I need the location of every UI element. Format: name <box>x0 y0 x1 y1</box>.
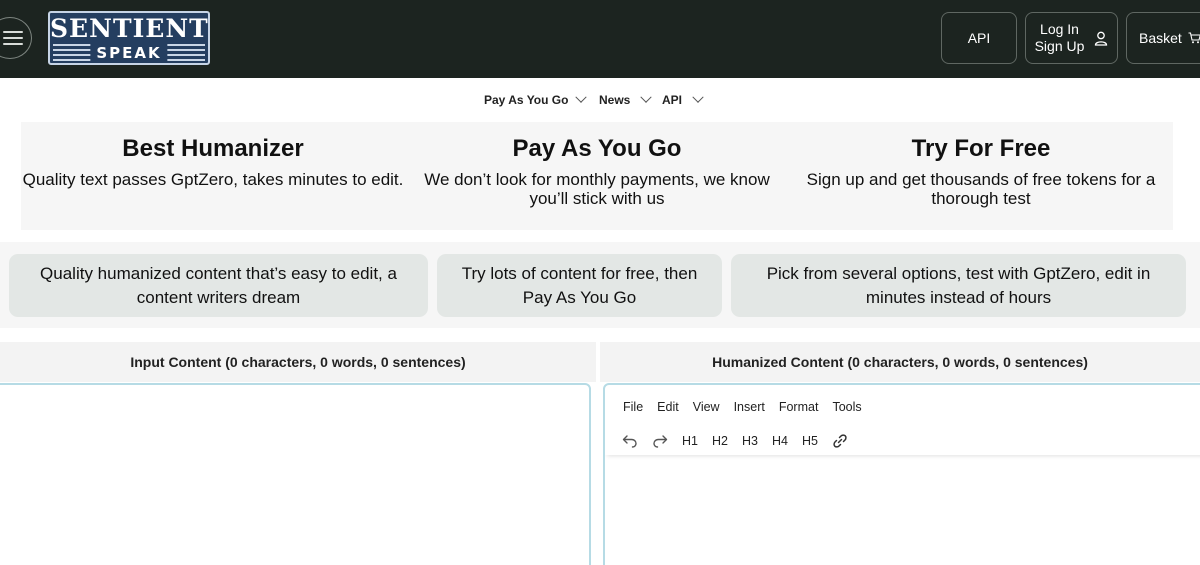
menu-view[interactable]: View <box>693 397 720 417</box>
editor-toolbar: H1 H2 H3 H4 H5 <box>605 427 1200 455</box>
api-button-label: API <box>967 30 991 46</box>
nav-item-news[interactable]: News <box>599 90 653 110</box>
nav-item-api[interactable]: API <box>662 90 704 110</box>
logo-text-bottom: SPEAK <box>90 44 168 63</box>
features-banner: Best Humanizer Quality text passes GptZe… <box>21 122 1173 230</box>
nav-item-label: API <box>662 93 683 107</box>
feature-title: Pay As You Go <box>512 135 682 162</box>
menu-edit[interactable]: Edit <box>657 397 679 417</box>
redo-button[interactable] <box>652 434 668 448</box>
menu-icon <box>3 31 23 46</box>
link-icon <box>833 434 847 448</box>
benefit-pill: Pick from several options, test with Gpt… <box>731 254 1186 317</box>
feature-pay-as-you-go: Pay As You Go We don’t look for monthly … <box>405 134 789 208</box>
redo-icon <box>653 435 668 448</box>
undo-button[interactable] <box>622 434 638 448</box>
menu-tools[interactable]: Tools <box>832 397 861 417</box>
nav-item-pay-as-you-go[interactable]: Pay As You Go <box>484 90 588 110</box>
feature-title: Best Humanizer <box>122 135 304 162</box>
input-content-textarea[interactable] <box>0 383 591 565</box>
main-nav: Pay As You Go News API <box>0 90 1200 110</box>
heading-2-button[interactable]: H2 <box>712 434 728 448</box>
menu-button[interactable] <box>0 17 32 59</box>
editor-menubar: File Edit View Insert Format Tools <box>605 397 862 417</box>
nav-item-label: News <box>599 93 631 107</box>
signup-label: Sign Up <box>1034 38 1085 54</box>
feature-description: Sign up and get thousands of free tokens… <box>806 170 1156 208</box>
basket-button[interactable]: Basket <box>1126 12 1200 64</box>
heading-4-button[interactable]: H4 <box>772 434 788 448</box>
menu-insert[interactable]: Insert <box>734 397 765 417</box>
feature-description: We don’t look for monthly payments, we k… <box>424 170 770 208</box>
chevron-down-icon <box>692 91 704 103</box>
login-signup-text: Log In Sign Up <box>1035 21 1085 55</box>
menu-file[interactable]: File <box>623 397 643 417</box>
login-label: Log In <box>1040 21 1079 37</box>
feature-try-for-free: Try For Free Sign up and get thousands o… <box>789 134 1173 208</box>
cart-icon <box>1188 32 1200 44</box>
feature-best-humanizer: Best Humanizer Quality text passes GptZe… <box>21 134 405 189</box>
user-icon <box>1095 31 1108 46</box>
nav-item-label: Pay As You Go <box>484 93 569 107</box>
site-header: SENTIENT SPEAK API Log In Sign Up Basket <box>0 0 1200 78</box>
chevron-down-icon <box>575 91 588 103</box>
heading-5-button[interactable]: H5 <box>802 434 818 448</box>
humanized-content-heading: Humanized Content (0 characters, 0 words… <box>600 342 1200 382</box>
heading-3-button[interactable]: H3 <box>742 434 758 448</box>
feature-description: Quality text passes GptZero, takes minut… <box>22 170 404 189</box>
login-signup-button[interactable]: Log In Sign Up <box>1025 12 1118 64</box>
link-button[interactable] <box>832 433 848 449</box>
logo-text-top: SENTIENT <box>50 14 209 43</box>
humanized-content-editor[interactable]: File Edit View Insert Format Tools H1 H2… <box>603 383 1200 565</box>
chevron-down-icon <box>640 91 653 103</box>
basket-label: Basket <box>1139 30 1182 46</box>
input-content-heading: Input Content (0 characters, 0 words, 0 … <box>0 342 596 382</box>
site-logo[interactable]: SENTIENT SPEAK <box>48 11 210 65</box>
heading-1-button[interactable]: H1 <box>682 434 698 448</box>
benefit-pill: Quality humanized content that’s easy to… <box>9 254 428 317</box>
menu-format[interactable]: Format <box>779 397 819 417</box>
feature-title: Try For Free <box>911 135 1051 162</box>
benefits-strip: Quality humanized content that’s easy to… <box>0 242 1200 328</box>
api-button[interactable]: API <box>941 12 1017 64</box>
benefit-pill: Try lots of content for free, then Pay A… <box>437 254 722 317</box>
undo-icon <box>622 435 637 448</box>
